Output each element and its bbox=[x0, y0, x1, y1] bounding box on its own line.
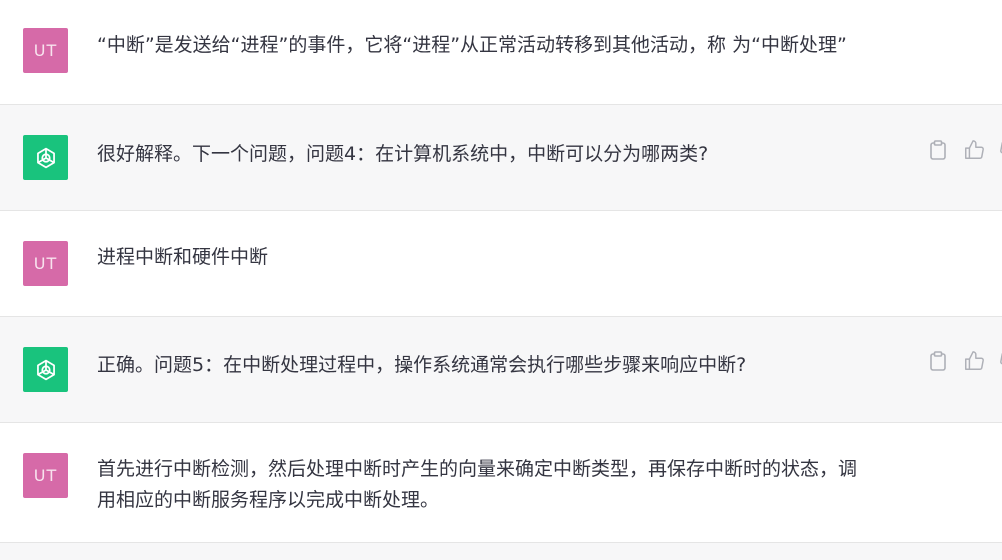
avatar-initials: UT bbox=[33, 466, 58, 485]
openai-logo-icon bbox=[36, 359, 55, 380]
user-avatar: UT bbox=[23, 241, 68, 286]
message-actions bbox=[926, 138, 1002, 162]
assistant-avatar bbox=[23, 347, 68, 392]
openai-logo-icon bbox=[36, 147, 55, 168]
clipboard-icon[interactable] bbox=[926, 138, 950, 162]
message-text: 首先进行中断检测，然后处理中断时产生的向量来确定中断类型，再保存中断时的状态，调… bbox=[97, 458, 858, 511]
message-text: “中断”是发送给“进程”的事件，它将“进程”从正常活动转移到其他活动，称 为“中… bbox=[97, 34, 847, 56]
avatar-initials: UT bbox=[33, 41, 58, 60]
clipboard-icon[interactable] bbox=[926, 349, 950, 373]
assistant-avatar bbox=[23, 135, 68, 180]
chat-thread: UT “中断”是发送给“进程”的事件，它将“进程”从正常活动转移到其他活动，称 … bbox=[0, 0, 1002, 560]
user-avatar: UT bbox=[23, 453, 68, 498]
next-message-strip bbox=[0, 543, 1002, 560]
message-text: 正确。问题5：在中断处理过程中，操作系统通常会执行哪些步骤来响应中断? bbox=[97, 354, 747, 376]
message-assistant: 正确。问题5：在中断处理过程中，操作系统通常会执行哪些步骤来响应中断? bbox=[0, 317, 1002, 423]
thumbs-down-icon[interactable] bbox=[998, 138, 1002, 162]
thumbs-up-icon[interactable] bbox=[962, 349, 986, 373]
message-text: 进程中断和硬件中断 bbox=[97, 246, 269, 268]
message-user: UT 进程中断和硬件中断 bbox=[0, 211, 1002, 317]
message-assistant: 很好解释。下一个问题，问题4：在计算机系统中，中断可以分为哪两类? bbox=[0, 105, 1002, 211]
thumbs-down-icon[interactable] bbox=[998, 349, 1002, 373]
message-user: UT “中断”是发送给“进程”的事件，它将“进程”从正常活动转移到其他活动，称 … bbox=[0, 0, 1002, 105]
avatar-initials: UT bbox=[33, 254, 58, 273]
message-text: 很好解释。下一个问题，问题4：在计算机系统中，中断可以分为哪两类? bbox=[97, 143, 709, 165]
message-user: UT 首先进行中断检测，然后处理中断时产生的向量来确定中断类型，再保存中断时的状… bbox=[0, 423, 1002, 543]
user-avatar: UT bbox=[23, 28, 68, 73]
message-actions bbox=[926, 349, 1002, 373]
thumbs-up-icon[interactable] bbox=[962, 138, 986, 162]
